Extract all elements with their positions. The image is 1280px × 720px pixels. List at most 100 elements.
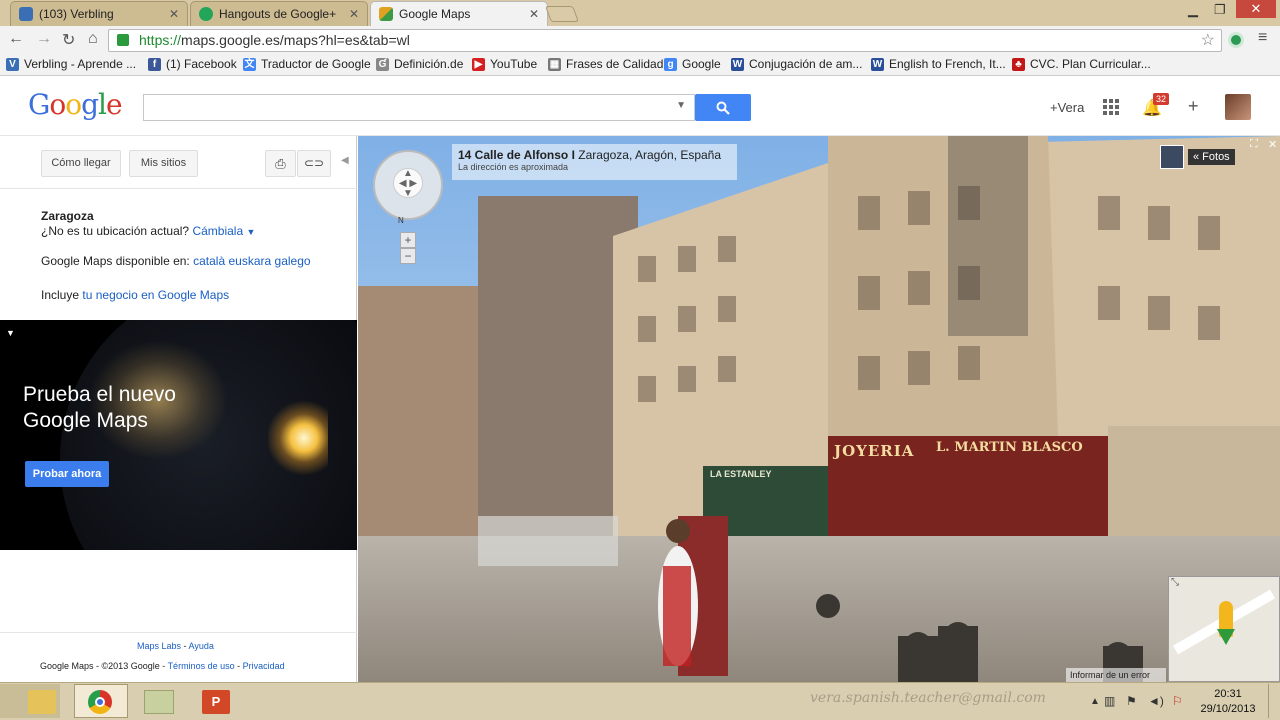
star-icon[interactable]: ☆ — [1201, 30, 1215, 51]
google-logo[interactable]: Google — [28, 88, 123, 121]
my-places-button[interactable]: Mis sitios — [129, 150, 198, 177]
file-explorer-icon[interactable] — [28, 690, 56, 714]
window-close-button[interactable]: ✕ — [1236, 0, 1276, 18]
bookmark-frases[interactable]: ▦ Frases de Calidad — [548, 57, 663, 71]
watermark-email: vera.spanish.teacher@gmail.com — [810, 690, 1046, 706]
youtube-icon: ▶ — [472, 57, 485, 71]
print-icon[interactable]: ⎙ — [265, 150, 296, 177]
notification-count-badge: 32 — [1153, 93, 1170, 105]
reload-icon[interactable]: ↻ — [62, 30, 75, 50]
maximize-icon[interactable]: ❐ — [1214, 2, 1226, 18]
home-icon[interactable]: ⌂ — [88, 30, 98, 48]
taskbar-chrome[interactable] — [74, 684, 128, 718]
network-icon[interactable]: ▥ — [1104, 694, 1115, 708]
street-view-panorama[interactable]: JOYERIA L. MARTIN BLASCO LA ESTANLEY 14 … — [358, 136, 1280, 682]
search-icon — [716, 101, 730, 115]
lang-link-catala[interactable]: català — [193, 254, 225, 268]
verbling-icon — [19, 7, 33, 21]
minimize-icon[interactable]: ▁ — [1188, 2, 1198, 18]
bookmark-conjugacion[interactable]: W Conjugación de am... — [731, 57, 862, 71]
sticky-notes-icon[interactable] — [144, 690, 174, 714]
logo-letter: G — [28, 88, 50, 121]
location-prompt: ¿No es tu ubicación actual? Cámbiala ▼ — [41, 224, 255, 238]
facebook-icon: f — [148, 57, 161, 71]
photos-button[interactable]: « Fotos — [1188, 149, 1235, 165]
tab-google-maps[interactable]: Google Maps ✕ — [370, 1, 548, 26]
lang-link-euskara[interactable]: euskara — [228, 254, 271, 268]
collapse-promo-icon[interactable]: ▼ — [6, 328, 15, 338]
search-input[interactable]: ▼ — [143, 94, 695, 121]
dropdown-arrow-icon[interactable]: ▼ — [676, 100, 686, 111]
photos-thumbnail-icon[interactable] — [1160, 145, 1184, 169]
plus-profile-link[interactable]: +Vera — [1050, 100, 1084, 115]
show-desktop-button[interactable] — [1268, 684, 1280, 718]
mini-map[interactable]: ⤡ — [1168, 576, 1280, 682]
collapse-panel-icon[interactable]: ◀ — [341, 155, 349, 166]
apps-grid-icon[interactable] — [1103, 99, 1119, 115]
action-center-icon[interactable]: ⚐ — [1172, 694, 1183, 708]
tab-label: (103) Verbling — [39, 7, 114, 21]
bookmark-definicion[interactable]: Ɠ Definición.de — [376, 57, 463, 71]
bookmark-english-french[interactable]: W English to French, It... — [871, 57, 1006, 71]
languages-prefix: Google Maps disponible en: — [41, 254, 190, 268]
bookmark-youtube[interactable]: ▶ YouTube — [472, 57, 537, 71]
wordreference-icon: W — [871, 57, 884, 71]
bookmark-label: (1) Facebook — [166, 57, 237, 71]
close-icon[interactable]: ✕ — [1268, 138, 1277, 151]
dropdown-arrow-icon[interactable]: ▼ — [246, 227, 255, 237]
terms-link[interactable]: Términos de uso — [168, 661, 235, 671]
bookmark-label: Conjugación de am... — [749, 57, 863, 71]
flag-icon[interactable]: ⚑ — [1126, 694, 1137, 708]
privacy-link[interactable]: Privacidad — [243, 661, 285, 671]
promo-title-line1: Prueba el nuevo — [23, 383, 176, 406]
bookmark-label: English to French, It... — [889, 57, 1006, 71]
address-bar[interactable]: https://maps.google.es/maps?hl=es&tab=wl… — [108, 29, 1222, 52]
bookmark-facebook[interactable]: f (1) Facebook — [148, 57, 237, 71]
close-icon[interactable]: ✕ — [529, 7, 539, 21]
business-link[interactable]: tu negocio en Google Maps — [82, 288, 229, 302]
tab-hangouts[interactable]: Hangouts de Google+ ✕ — [190, 1, 368, 26]
divider — [0, 188, 357, 189]
bookmark-label: Verbling - Aprende ... — [24, 57, 137, 71]
search-button[interactable] — [695, 94, 751, 121]
powerpoint-icon[interactable]: P — [202, 690, 230, 714]
street-scene-image — [358, 136, 1280, 682]
tray-arrow-icon[interactable]: ▲ — [1090, 696, 1100, 707]
compass-icon[interactable]: ▲ ◀ ▶ ▼ — [393, 168, 423, 199]
hangouts-icon — [199, 7, 213, 21]
try-now-button[interactable]: Probar ahora — [25, 461, 109, 487]
lang-link-galego[interactable]: galego — [275, 254, 311, 268]
share-plus-icon[interactable]: + — [1188, 96, 1199, 117]
new-tab-button[interactable] — [545, 6, 579, 22]
verbling-icon: V — [6, 57, 19, 71]
back-icon[interactable]: ← — [8, 30, 24, 48]
help-link[interactable]: Ayuda — [189, 641, 214, 651]
bookmark-translate[interactable]: 文 Traductor de Google — [243, 57, 371, 71]
clock[interactable]: 20:31 29/10/2013 — [1200, 687, 1256, 717]
link-icon[interactable]: ⊂⊃ — [297, 150, 331, 177]
directions-button[interactable]: Cómo llegar — [41, 150, 121, 177]
close-icon[interactable]: ✕ — [349, 7, 359, 21]
fullscreen-icon[interactable]: ⛶ — [1250, 138, 1258, 151]
tab-verbling[interactable]: (103) Verbling ✕ — [10, 1, 188, 26]
bookmark-google[interactable]: g Google — [664, 57, 721, 71]
volume-icon[interactable]: ◄) — [1148, 694, 1164, 708]
menu-icon[interactable]: ≡ — [1258, 29, 1267, 47]
avatar[interactable] — [1225, 94, 1251, 120]
taskbar — [0, 682, 1280, 720]
business-prefix: Incluye — [41, 288, 80, 302]
extension-icon[interactable] — [1228, 32, 1244, 48]
close-icon[interactable]: ✕ — [169, 7, 179, 21]
report-error-link[interactable]: Informar de un error — [1066, 668, 1166, 682]
forward-icon[interactable]: → — [36, 30, 52, 48]
zoom-in-button[interactable]: + — [400, 232, 416, 248]
pan-control[interactable]: ▲ ◀ ▶ ▼ — [373, 150, 443, 220]
location-city: Zaragoza — [41, 209, 94, 223]
bookmark-cvc[interactable]: ♣ CVC. Plan Curricular... — [1012, 57, 1151, 71]
change-location-link[interactable]: Cámbiala — [192, 224, 243, 238]
maps-labs-link[interactable]: Maps Labs — [137, 641, 181, 651]
expand-minimap-icon[interactable]: ⤡ — [1171, 577, 1179, 588]
zoom-out-button[interactable]: − — [400, 248, 416, 264]
sign-other: LA ESTANLEY — [710, 469, 772, 479]
bookmark-verbling[interactable]: V Verbling - Aprende ... — [6, 57, 136, 71]
